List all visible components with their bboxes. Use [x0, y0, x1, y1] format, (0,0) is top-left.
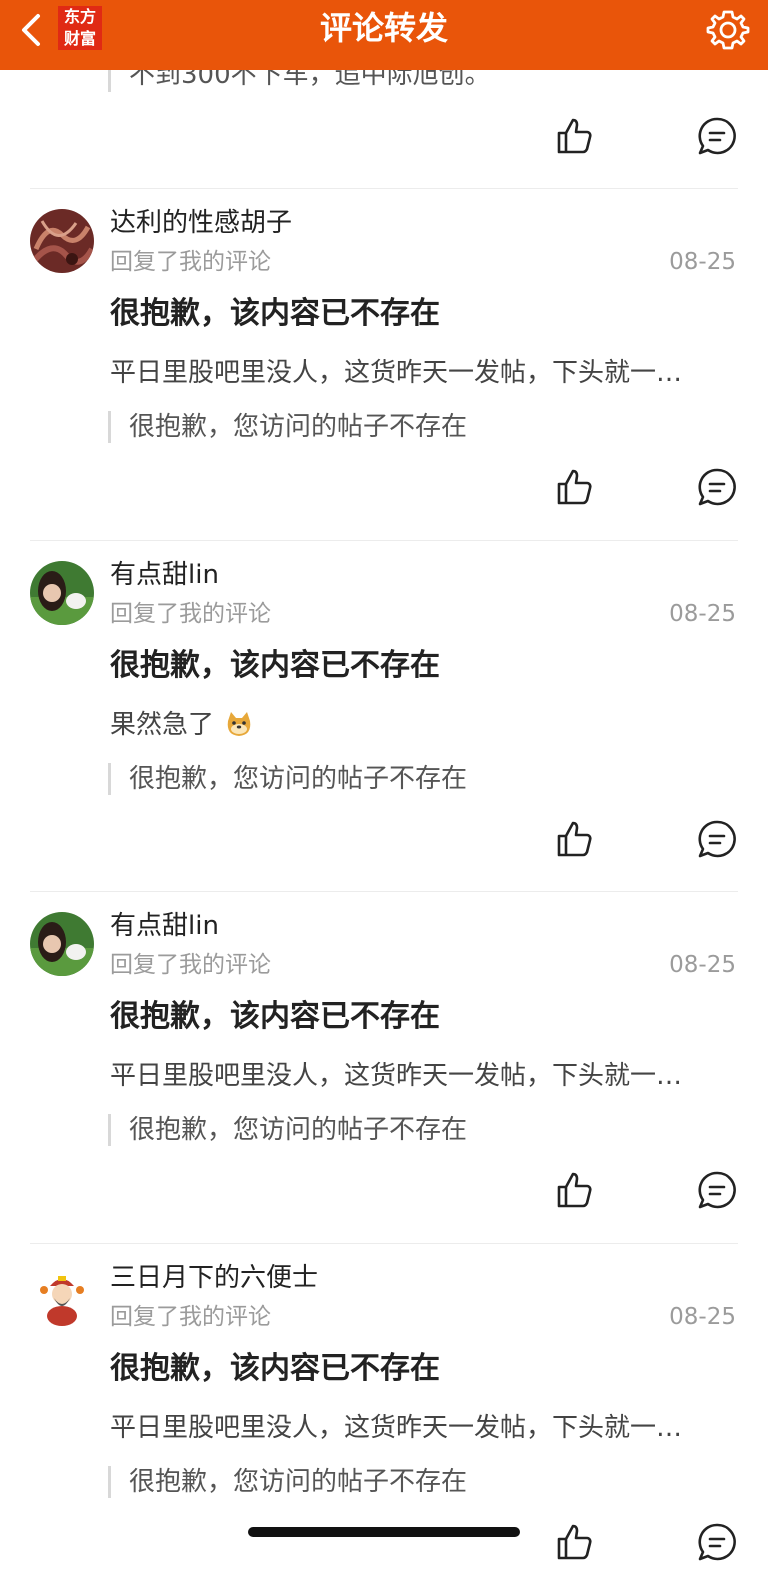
- username[interactable]: 有点甜lin: [110, 908, 219, 944]
- deleted-content-text: 很抱歉，该内容已不存在: [110, 999, 440, 1034]
- comment-text[interactable]: 平日里股吧里没人，这货昨天一发帖，下头就一…: [110, 1410, 720, 1446]
- timestamp: 08-25: [669, 952, 736, 978]
- avatar[interactable]: [30, 209, 94, 273]
- quoted-post[interactable]: 很抱歉，您访问的帖子不存在: [108, 1114, 749, 1146]
- thumbs-up-icon[interactable]: [555, 467, 595, 507]
- quoted-post[interactable]: 很抱歉，您访问的帖子不存在: [108, 1466, 749, 1498]
- comment-card[interactable]: 有点甜lin 回复了我的评论 08-25 很抱歉，该内容已不存在 平日里股吧里没…: [0, 892, 768, 1244]
- chat-bubble-icon[interactable]: [697, 1170, 737, 1210]
- timestamp: 08-25: [669, 1304, 736, 1330]
- comment-body: 果然急了: [110, 710, 215, 740]
- avatar[interactable]: [30, 561, 94, 625]
- comment-card[interactable]: 三日月下的六便士 回复了我的评论 08-25 很抱歉，该内容已不存在 平日里股吧…: [0, 1244, 768, 1596]
- deleted-content-text: 很抱歉，该内容已不存在: [110, 296, 440, 331]
- chat-bubble-icon[interactable]: [697, 1522, 737, 1562]
- thumbs-up-icon[interactable]: [555, 116, 595, 156]
- deleted-content-text: 很抱歉，该内容已不存在: [110, 1351, 440, 1386]
- thumbs-up-icon[interactable]: [555, 1170, 595, 1210]
- avatar[interactable]: [30, 912, 94, 976]
- chat-bubble-icon[interactable]: [697, 819, 737, 859]
- comment-text[interactable]: 果然急了: [110, 707, 720, 743]
- top-navigation-bar: 东方 财富 评论转发: [0, 0, 768, 70]
- comment-feed: 不到300不下车，追中际旭创。 达利的性感胡子 回复了我的评论 08-25 很抱…: [0, 0, 768, 1561]
- comment-card[interactable]: 有点甜lin 回复了我的评论 08-25 很抱歉，该内容已不存在 果然急了 很抱…: [0, 541, 768, 893]
- quoted-post[interactable]: 很抱歉，您访问的帖子不存在: [108, 411, 749, 443]
- deleted-content-text: 很抱歉，该内容已不存在: [110, 648, 440, 683]
- username[interactable]: 有点甜lin: [110, 557, 219, 593]
- timestamp: 08-25: [669, 601, 736, 627]
- chat-bubble-icon[interactable]: [697, 467, 737, 507]
- avatar[interactable]: [30, 1264, 94, 1328]
- reply-label: 回复了我的评论: [110, 249, 271, 275]
- home-indicator[interactable]: [248, 1527, 520, 1537]
- username[interactable]: 三日月下的六便士: [110, 1260, 318, 1296]
- reply-label: 回复了我的评论: [110, 1304, 271, 1330]
- timestamp: 08-25: [669, 249, 736, 275]
- quoted-post[interactable]: 很抱歉，您访问的帖子不存在: [108, 763, 749, 795]
- thumbs-up-icon[interactable]: [555, 1522, 595, 1562]
- thumbs-up-icon[interactable]: [555, 819, 595, 859]
- page-title: 评论转发: [319, 9, 448, 47]
- gear-icon[interactable]: [706, 8, 750, 52]
- chat-bubble-icon[interactable]: [697, 116, 737, 156]
- username[interactable]: 达利的性感胡子: [110, 205, 292, 241]
- reply-label: 回复了我的评论: [110, 952, 271, 978]
- comment-text[interactable]: 平日里股吧里没人，这货昨天一发帖，下头就一…: [110, 355, 720, 391]
- comment-text[interactable]: 平日里股吧里没人，这货昨天一发帖，下头就一…: [110, 1058, 720, 1094]
- comment-card[interactable]: 达利的性感胡子 回复了我的评论 08-25 很抱歉，该内容已不存在 平日里股吧里…: [0, 189, 768, 541]
- doge-emoji-icon: [228, 712, 251, 736]
- reply-label: 回复了我的评论: [110, 601, 271, 627]
